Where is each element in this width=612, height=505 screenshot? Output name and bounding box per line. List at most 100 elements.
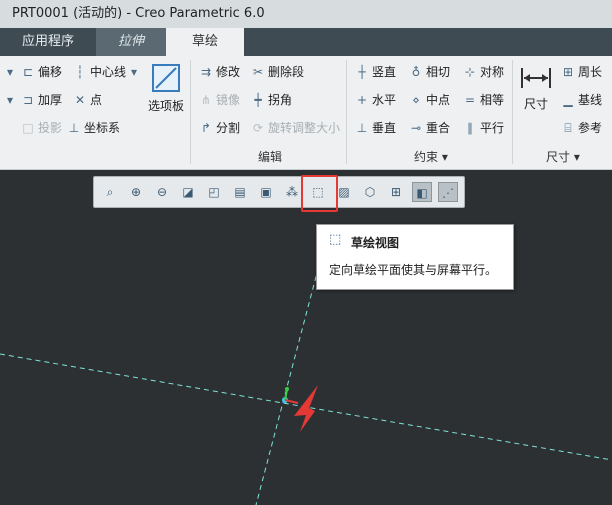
- dropdown-arrow-icon: ▾: [570, 150, 580, 164]
- reference-button[interactable]: ⌸ 参考: [560, 118, 602, 138]
- dropdown-arrow-icon: ▾: [131, 65, 138, 79]
- zoom-out-icon: ⊖: [156, 185, 168, 199]
- sketch-view-tooltip: ⬚ 草绘视图 定向草绘平面使其与屏幕平行。: [316, 224, 514, 290]
- point-icon: ✕: [74, 93, 86, 107]
- view-manager-icon: ▣: [260, 185, 272, 199]
- parallel-constraint-icon: ∥: [467, 121, 473, 135]
- rotate-resize-icon: ⟳: [252, 121, 264, 135]
- repaint-button[interactable]: ◪: [178, 182, 198, 202]
- dimension-button[interactable]: 尺寸: [516, 62, 556, 126]
- perpendicular-constraint-button[interactable]: ⊥ 垂直: [354, 118, 396, 138]
- modify-icon: ⇉: [200, 65, 212, 79]
- spin-center-icon: ⬡: [364, 185, 376, 199]
- tooltip-title: 草绘视图: [351, 236, 400, 250]
- divide-icon: ↱: [200, 121, 212, 135]
- dimension-icon: [521, 68, 551, 88]
- dropdown-arrow-icon: ▾: [6, 65, 14, 79]
- coordinate-system-button[interactable]: ⊥ 坐标系: [66, 118, 120, 138]
- palette-button[interactable]: 选项板: [144, 62, 188, 126]
- rotate-resize-button[interactable]: ⟳ 旋转调整大小: [250, 118, 340, 138]
- parallel-constraint-button[interactable]: ∥ 平行: [462, 118, 504, 138]
- project-button[interactable]: □ 投影: [20, 118, 62, 138]
- thicken-button[interactable]: ▾ ⊐ 加厚: [2, 90, 62, 110]
- offset-button[interactable]: ▾ ⊏ 偏移: [2, 62, 62, 82]
- mirror-icon: ⋔: [200, 93, 212, 107]
- dimension-group-menu[interactable]: 尺寸 ▾: [546, 148, 580, 166]
- coincident-constraint-icon: ⊸: [410, 121, 422, 135]
- palette-icon: [152, 64, 180, 92]
- equal-constraint-button[interactable]: = 相等: [462, 90, 504, 110]
- spin-center-button[interactable]: ⬡: [360, 182, 380, 202]
- zoom-in-button[interactable]: ⊕: [126, 182, 146, 202]
- refit-icon: ⌕: [106, 185, 114, 199]
- perpendicular-constraint-icon: ⊥: [356, 121, 368, 135]
- horizontal-constraint-icon: +: [356, 93, 368, 107]
- delete-segment-button[interactable]: ✂ 删除段: [250, 62, 304, 82]
- vertex-display-button[interactable]: ⋰: [438, 182, 458, 202]
- symmetric-constraint-button[interactable]: ⊹ 对称: [462, 62, 504, 82]
- datum-display-button[interactable]: ⁂: [282, 182, 302, 202]
- ribbon-tabbar: 应用程序 拉伸 草绘: [0, 28, 612, 56]
- baseline-button[interactable]: ▁ 基线: [560, 90, 602, 110]
- horizontal-constraint-button[interactable]: + 水平: [354, 90, 396, 110]
- zoom-in-icon: ⊕: [130, 185, 142, 199]
- group-separator: [190, 60, 191, 164]
- graphics-canvas[interactable]: [0, 170, 612, 505]
- window-title: PRT0001 (活动的) - Creo Parametric 6.0: [0, 0, 612, 28]
- tooltip-description: 定向草绘平面使其与屏幕平行。: [329, 263, 498, 277]
- constrain-group-menu[interactable]: 约束 ▾: [414, 148, 448, 166]
- delete-segment-icon: ✂: [252, 65, 264, 79]
- corner-button[interactable]: ┿ 拐角: [250, 90, 292, 110]
- perimeter-icon: ⊞: [562, 65, 574, 79]
- coordinate-system-icon: ⊥: [68, 121, 80, 135]
- midpoint-constraint-button[interactable]: ⋄ 中点: [408, 90, 450, 110]
- refit-button[interactable]: ⌕: [100, 182, 120, 202]
- tangent-constraint-button[interactable]: ♁ 相切: [408, 62, 450, 82]
- dropdown-arrow-icon: ▾: [438, 150, 448, 164]
- sketch-view-icon: ⬚: [329, 232, 342, 247]
- tab-extrude[interactable]: 拉伸: [96, 28, 166, 56]
- thicken-icon: ⊐: [22, 93, 34, 107]
- vertical-constraint-icon: ┼: [358, 65, 366, 79]
- midpoint-constraint-icon: ⋄: [412, 93, 420, 107]
- view-manager-button[interactable]: ▣: [256, 182, 276, 202]
- equal-constraint-icon: =: [464, 93, 476, 107]
- dropdown-arrow-icon: ▾: [6, 93, 14, 107]
- vertical-constraint-button[interactable]: ┼ 竖直: [354, 62, 396, 82]
- repaint-icon: ◪: [182, 185, 194, 199]
- point-button[interactable]: ✕ 点: [72, 90, 102, 110]
- group-separator: [346, 60, 347, 164]
- project-icon: □: [22, 121, 34, 135]
- tab-sketch[interactable]: 草绘: [166, 28, 244, 56]
- ribbon-panel: ▾ ⊏ 偏移 ▾ ⊐ 加厚 □ 投影 ┆ 中心线 ▾ ✕ 点 ⊥ 坐标系 选项板 ⇉ 修改 ⋔ 镜像 …: [0, 56, 612, 170]
- tangent-constraint-icon: ♁: [411, 65, 421, 79]
- tab-applications[interactable]: 应用程序: [0, 28, 96, 56]
- datum-display-icon: ⁂: [286, 185, 298, 199]
- view-toolbar: ⌕ ⊕ ⊖ ◪ ◰ ▤ ▣ ⁂ ⬚ ▨ ⬡ ⊞ ◧ ⋰: [93, 176, 465, 208]
- saved-orientations-button[interactable]: ▤: [230, 182, 250, 202]
- symmetric-constraint-icon: ⊹: [464, 65, 476, 79]
- shading-icon: ▨: [338, 185, 350, 199]
- mirror-button[interactable]: ⋔ 镜像: [198, 90, 240, 110]
- centerline-icon: ┆: [76, 65, 84, 79]
- sketch-view-highlight: [301, 175, 338, 212]
- display-style-icon: ◰: [208, 185, 220, 199]
- editing-group-label: 编辑: [258, 150, 283, 164]
- saved-orientations-icon: ▤: [234, 185, 246, 199]
- modify-button[interactable]: ⇉ 修改: [198, 62, 240, 82]
- centerline-button[interactable]: ┆ 中心线 ▾: [72, 62, 144, 82]
- constraint-display-icon: ◧: [416, 186, 428, 200]
- group-separator: [512, 60, 513, 164]
- baseline-icon: ▁: [563, 93, 573, 107]
- dimension-display-icon: ⊞: [390, 185, 402, 199]
- coincident-constraint-button[interactable]: ⊸ 重合: [408, 118, 450, 138]
- vertex-display-icon: ⋰: [442, 186, 454, 200]
- perimeter-button[interactable]: ⊞ 周长: [560, 62, 602, 82]
- constraint-display-button[interactable]: ◧: [412, 182, 432, 202]
- dimension-display-button[interactable]: ⊞: [386, 182, 406, 202]
- zoom-out-button[interactable]: ⊖: [152, 182, 172, 202]
- offset-icon: ⊏: [22, 65, 34, 79]
- display-style-button[interactable]: ◰: [204, 182, 224, 202]
- reference-icon: ⌸: [564, 121, 572, 135]
- divide-button[interactable]: ↱ 分割: [198, 118, 240, 138]
